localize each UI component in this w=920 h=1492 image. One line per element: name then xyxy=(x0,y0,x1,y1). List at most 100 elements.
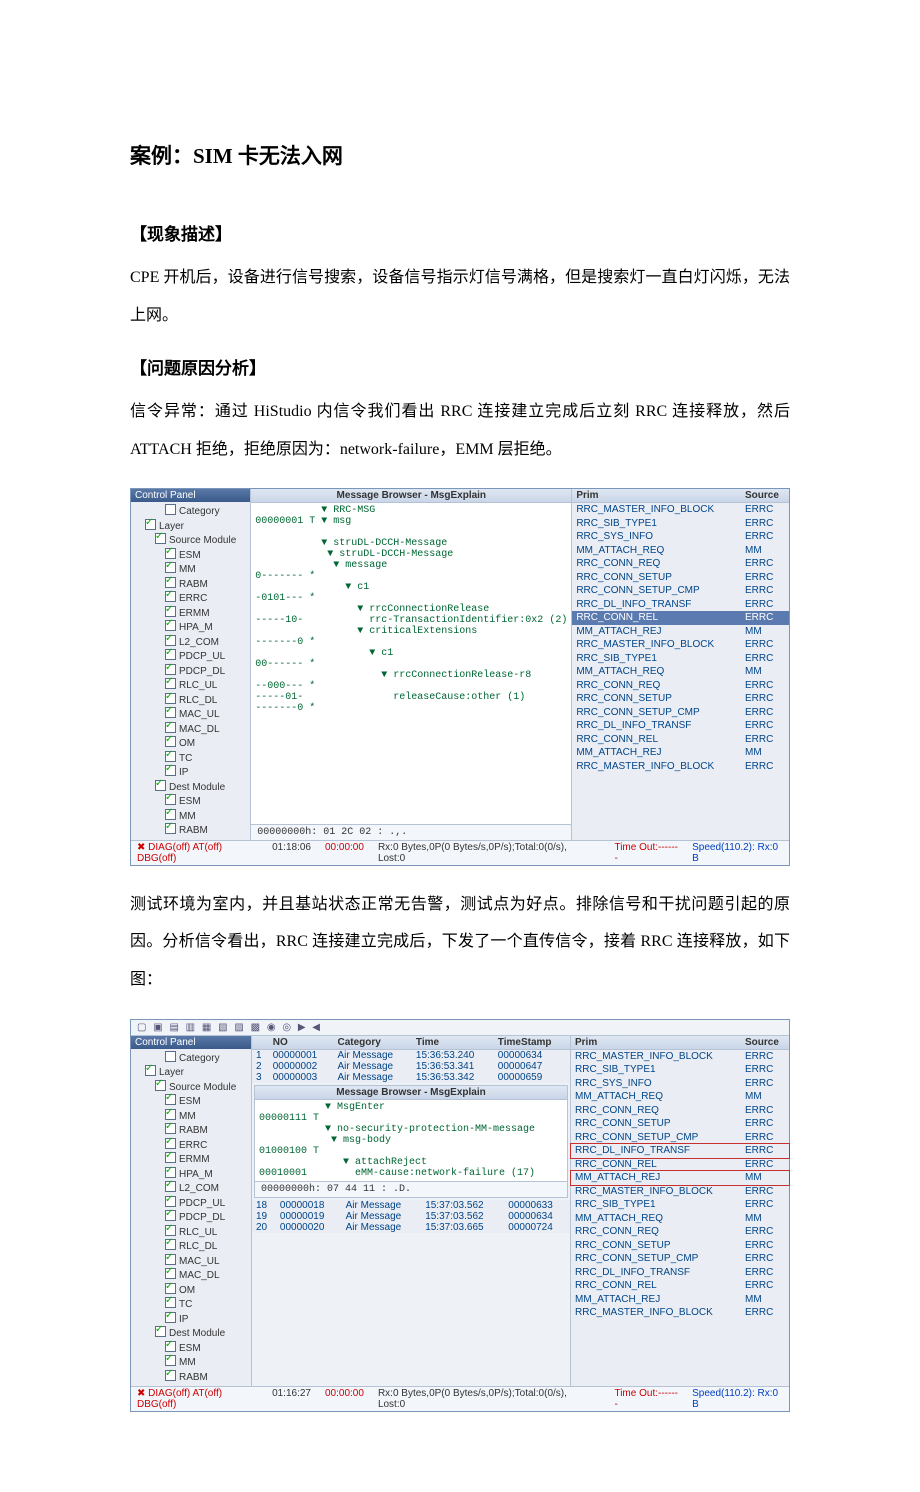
checkbox-icon[interactable] xyxy=(165,678,176,689)
checkbox-icon[interactable] xyxy=(165,707,176,718)
checkbox-icon[interactable] xyxy=(165,635,176,646)
checkbox-icon[interactable] xyxy=(145,519,156,530)
checkbox-icon[interactable] xyxy=(155,1080,166,1091)
checkbox-icon[interactable] xyxy=(165,1051,176,1062)
checkbox-icon[interactable] xyxy=(155,780,166,791)
prim-row[interactable]: RRC_CONN_REQERRC xyxy=(572,679,789,693)
prim-row[interactable]: RRC_MASTER_INFO_BLOCKERRC xyxy=(572,638,789,652)
tree-node[interactable]: Layer xyxy=(135,519,246,534)
prim-row[interactable]: RRC_CONN_SETUP_CMPERRC xyxy=(571,1252,789,1266)
prim-row[interactable]: RRC_CONN_SETUP_CMPERRC xyxy=(572,584,789,598)
checkbox-icon[interactable] xyxy=(165,1123,176,1134)
prim-row[interactable]: RRC_CONN_SETUPERRC xyxy=(572,571,789,585)
prim-row[interactable]: RRC_SIB_TYPE1ERRC xyxy=(571,1198,789,1212)
tree-node[interactable]: ESM xyxy=(135,1341,247,1356)
checkbox-icon[interactable] xyxy=(165,664,176,675)
checkbox-icon[interactable] xyxy=(165,1239,176,1250)
tree-node[interactable]: Dest Module xyxy=(135,1326,247,1341)
checkbox-icon[interactable] xyxy=(165,1167,176,1178)
prim-row[interactable]: RRC_CONN_REQERRC xyxy=(571,1104,789,1118)
tree-node[interactable]: RABM xyxy=(135,1370,247,1385)
prim-row[interactable]: MM_ATTACH_REQMM xyxy=(572,544,789,558)
prim-row[interactable]: RRC_CONN_REQERRC xyxy=(572,557,789,571)
prim-row[interactable]: MM_ATTACH_REJMM xyxy=(571,1171,789,1185)
checkbox-icon[interactable] xyxy=(145,1065,156,1076)
tree-node[interactable]: RLC_UL xyxy=(135,678,246,693)
prim-row[interactable]: MM_ATTACH_REQMM xyxy=(571,1090,789,1104)
tree-node[interactable]: IP xyxy=(135,765,246,780)
msg-row[interactable]: 100000001Air Message15:36:53.24000000634 xyxy=(252,1049,570,1061)
checkbox-icon[interactable] xyxy=(165,794,176,805)
prim-row[interactable]: RRC_CONN_SETUP_CMPERRC xyxy=(571,1131,789,1145)
tree-node[interactable]: PDCP_DL xyxy=(135,664,246,679)
checkbox-icon[interactable] xyxy=(165,548,176,559)
checkbox-icon[interactable] xyxy=(165,577,176,588)
checkbox-icon[interactable] xyxy=(165,765,176,776)
tree-node[interactable]: Source Module xyxy=(135,533,246,548)
checkbox-icon[interactable] xyxy=(165,722,176,733)
tree-node[interactable]: ERMM xyxy=(135,606,246,621)
tree-node[interactable]: RLC_DL xyxy=(135,1239,247,1254)
prim-row[interactable]: MM_ATTACH_REQMM xyxy=(572,665,789,679)
prim-row[interactable]: RRC_CONN_RELERRC xyxy=(572,611,789,625)
checkbox-icon[interactable] xyxy=(165,1341,176,1352)
prim-row[interactable]: RRC_CONN_RELERRC xyxy=(571,1158,789,1172)
msg-row[interactable]: 1900000019Air Message15:37:03.5620000063… xyxy=(252,1211,570,1222)
prim-row[interactable]: RRC_MASTER_INFO_BLOCKERRC xyxy=(571,1050,789,1064)
msg-row[interactable]: 1800000018Air Message15:37:03.5620000063… xyxy=(252,1200,570,1211)
prim-row[interactable]: RRC_CONN_SETUPERRC xyxy=(571,1117,789,1131)
tree-node[interactable]: L2_COM xyxy=(135,635,246,650)
prim-row[interactable]: RRC_DL_INFO_TRANSFERRC xyxy=(572,719,789,733)
prim-row[interactable]: RRC_DL_INFO_TRANSFERRC xyxy=(571,1266,789,1280)
checkbox-icon[interactable] xyxy=(165,591,176,602)
prim-row[interactable]: RRC_SIB_TYPE1ERRC xyxy=(571,1063,789,1077)
checkbox-icon[interactable] xyxy=(165,1312,176,1323)
checkbox-icon[interactable] xyxy=(165,1254,176,1265)
checkbox-icon[interactable] xyxy=(165,1181,176,1192)
prim-row[interactable]: RRC_CONN_SETUP_CMPERRC xyxy=(572,706,789,720)
prim-row[interactable]: RRC_MASTER_INFO_BLOCKERRC xyxy=(571,1306,789,1320)
prim-row[interactable]: RRC_CONN_REQERRC xyxy=(571,1225,789,1239)
checkbox-icon[interactable] xyxy=(165,649,176,660)
checkbox-icon[interactable] xyxy=(165,693,176,704)
prim-row[interactable]: RRC_DL_INFO_TRANSFERRC xyxy=(571,1144,789,1158)
prim-row[interactable]: RRC_DL_INFO_TRANSFERRC xyxy=(572,598,789,612)
checkbox-icon[interactable] xyxy=(165,504,176,515)
tree-node[interactable]: PDCP_UL xyxy=(135,649,246,664)
prim-row[interactable]: RRC_CONN_RELERRC xyxy=(572,733,789,747)
checkbox-icon[interactable] xyxy=(165,1283,176,1294)
checkbox-icon[interactable] xyxy=(165,562,176,573)
tree-node[interactable]: ERRC xyxy=(135,591,246,606)
checkbox-icon[interactable] xyxy=(165,1138,176,1149)
checkbox-icon[interactable] xyxy=(165,1152,176,1163)
tree-node[interactable]: MM xyxy=(135,809,246,824)
prim-row[interactable]: RRC_SIB_TYPE1ERRC xyxy=(572,517,789,531)
tree-node[interactable]: MM xyxy=(135,562,246,577)
checkbox-icon[interactable] xyxy=(165,1196,176,1207)
tree-node[interactable]: RABM xyxy=(135,577,246,592)
checkbox-icon[interactable] xyxy=(165,823,176,834)
tree-node[interactable]: ESM xyxy=(135,794,246,809)
prim-row[interactable]: RRC_SYS_INFOERRC xyxy=(572,530,789,544)
prim-row[interactable]: MM_ATTACH_REJMM xyxy=(572,625,789,639)
tree-node[interactable]: RABM xyxy=(135,1123,247,1138)
checkbox-icon[interactable] xyxy=(155,533,166,544)
prim-row[interactable]: MM_ATTACH_REQMM xyxy=(571,1212,789,1226)
tree-node[interactable]: IP xyxy=(135,1312,247,1327)
tree-node[interactable]: ERRC xyxy=(135,1138,247,1153)
checkbox-icon[interactable] xyxy=(165,1268,176,1279)
tree-node[interactable]: HPA_M xyxy=(135,1167,247,1182)
checkbox-icon[interactable] xyxy=(165,1210,176,1221)
prim-row[interactable]: MM_ATTACH_REJMM xyxy=(572,746,789,760)
tree-node[interactable]: RABM xyxy=(135,823,246,838)
tree-node[interactable]: L2_COM xyxy=(135,1181,247,1196)
checkbox-icon[interactable] xyxy=(165,1225,176,1236)
prim-row[interactable]: RRC_CONN_SETUPERRC xyxy=(571,1239,789,1253)
prim-row[interactable]: RRC_CONN_SETUPERRC xyxy=(572,692,789,706)
tree-node[interactable]: MAC_DL xyxy=(135,1268,247,1283)
tree-node[interactable]: OM xyxy=(135,1283,247,1298)
prim-row[interactable]: MM_ATTACH_REJMM xyxy=(571,1293,789,1307)
msg-row[interactable]: 300000003Air Message15:36:53.34200000659 xyxy=(252,1072,570,1083)
prim-row[interactable]: RRC_MASTER_INFO_BLOCKERRC xyxy=(572,760,789,774)
tree-node[interactable]: ESM xyxy=(135,1094,247,1109)
